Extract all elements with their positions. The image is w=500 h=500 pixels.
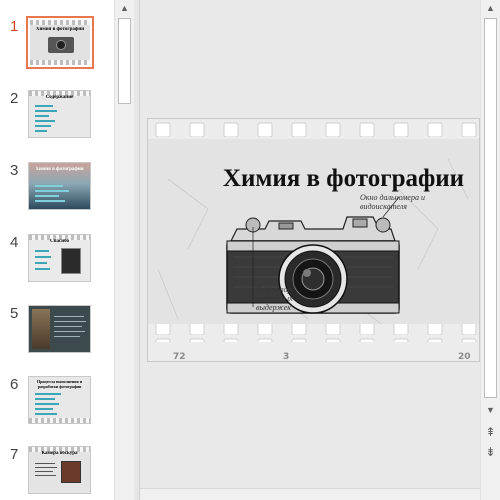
slide-thumbnail-2[interactable]: 2 Содержание xyxy=(0,90,114,150)
slide-title[interactable]: Химия в фотографии xyxy=(148,165,479,193)
slide-preview[interactable]: Процессы выполнения и разработки фотогра… xyxy=(28,376,91,424)
thumbnail-title: Спасибо xyxy=(49,239,70,244)
slide-preview[interactable] xyxy=(28,305,91,353)
scroll-down-button[interactable]: ▼ xyxy=(481,402,500,418)
slide-number: 4 xyxy=(10,234,19,251)
slide-thumbnail-4[interactable]: 4 Спасибо xyxy=(0,234,114,294)
slide-thumbnail-6[interactable]: 6 Процессы выполнения и разработки фотог… xyxy=(0,376,114,436)
slide-editing-area: 72 3 20 Химия в фотографии Окно дальноме… xyxy=(140,0,480,488)
thumbnail-scrollbar[interactable]: ▲ xyxy=(114,0,134,500)
shutter-annotation[interactable]: Регулятор медленных выдержек xyxy=(256,285,316,312)
slide-preview[interactable]: Содержание xyxy=(28,90,91,138)
slide-preview[interactable]: Спасибо xyxy=(28,234,91,282)
slide-background: 72 3 20 xyxy=(148,119,479,362)
portrait-image xyxy=(61,248,81,274)
scroll-up-button[interactable]: ▲ xyxy=(115,0,134,16)
scroll-up-button[interactable]: ▲ xyxy=(481,0,500,16)
slide-number: 1 xyxy=(10,18,19,35)
slide-preview[interactable]: Химия в фотографии xyxy=(28,162,91,210)
slide-number: 7 xyxy=(10,446,19,463)
slide-number: 2 xyxy=(10,90,19,107)
svg-text:3: 3 xyxy=(283,352,289,362)
scrollbar-thumb[interactable] xyxy=(484,18,497,398)
slide-thumbnail-5[interactable]: 5 xyxy=(0,305,114,365)
thumbnail-title: Процессы выполнения и разработки фотогра… xyxy=(36,379,83,389)
slide-thumbnail-3[interactable]: 3 Химия в фотографии xyxy=(0,162,114,222)
camera-obscura-image xyxy=(61,461,81,483)
svg-text:72: 72 xyxy=(173,352,186,362)
svg-text:20: 20 xyxy=(458,352,471,362)
slide-thumbnail-pane: 1 Химия в фотографии 2 Содержание 3 Хими… xyxy=(0,0,114,500)
next-slide-icon[interactable]: ⇟ xyxy=(481,444,500,460)
current-slide[interactable]: 72 3 20 Химия в фотографии Окно дальноме… xyxy=(147,118,480,362)
scrollbar-thumb[interactable] xyxy=(118,18,131,104)
portrait-image xyxy=(32,309,50,349)
slide-number: 5 xyxy=(10,305,19,322)
thumbnail-title: Содержание xyxy=(45,95,74,100)
slide-preview[interactable]: Камера обскура xyxy=(28,446,91,494)
thumbnail-title: Камера обскура xyxy=(41,451,78,456)
bottom-edge xyxy=(140,488,480,500)
slide-number: 6 xyxy=(10,376,19,393)
previous-slide-icon[interactable]: ⇞ xyxy=(481,424,500,440)
slide-scrollbar[interactable]: ▲ ▼ ⇞ ⇟ xyxy=(480,0,500,500)
slide-thumbnail-1[interactable]: 1 Химия в фотографии xyxy=(0,16,114,78)
camera-image xyxy=(48,37,74,53)
slide-number: 3 xyxy=(10,162,19,179)
rangefinder-annotation[interactable]: Окно дальномера и видоискателя xyxy=(360,193,430,211)
thumbnail-title: Химия в фотографии xyxy=(35,167,84,172)
slide-preview[interactable]: Химия в фотографии xyxy=(26,16,94,69)
thumbnail-title: Химия в фотографии xyxy=(35,27,85,32)
slide-thumbnail-7[interactable]: 7 Камера обскура xyxy=(0,446,114,500)
